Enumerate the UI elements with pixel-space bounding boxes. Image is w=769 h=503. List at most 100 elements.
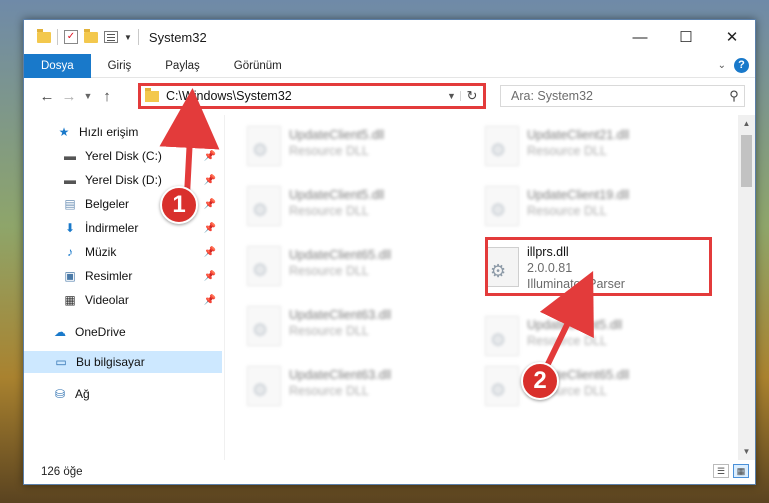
dll-file-icon: [485, 126, 519, 166]
dll-file-icon: [485, 366, 519, 406]
view-toggle: ☰ ▦: [713, 464, 749, 478]
scroll-down-icon[interactable]: ▼: [738, 443, 755, 460]
documents-icon: ▤: [64, 197, 76, 211]
scroll-up-icon[interactable]: ▲: [738, 115, 755, 132]
maximize-button[interactable]: ☐: [663, 20, 709, 54]
dll-file-icon: [247, 366, 281, 406]
pin-icon[interactable]: 📌: [204, 151, 216, 162]
sidebar-item-network[interactable]: ⛁ Ağ: [24, 383, 222, 405]
dll-file-icon: [247, 306, 281, 346]
sidebar-item-local-disk-c[interactable]: ▬ Yerel Disk (C:) 📌: [24, 145, 222, 167]
ribbon-right-controls: ⌄ ?: [718, 58, 749, 73]
sidebar-item-pictures[interactable]: ▣ Resimler 📌: [24, 265, 222, 287]
file-item[interactable]: UpdateClient63.dll Resource DLL: [229, 300, 459, 350]
dll-file-icon: [247, 246, 281, 286]
pictures-icon: ▣: [64, 269, 76, 283]
file-name: UpdateClient63.dll: [289, 308, 392, 322]
customize-toolbar-chevron-icon[interactable]: ▼: [124, 33, 132, 42]
file-name: UpdateClient5.dll: [289, 128, 385, 142]
address-dropdown-icon[interactable]: ▼: [443, 91, 461, 101]
file-item[interactable]: UpdateClient65.dllResource DLL: [229, 240, 459, 290]
tab-share[interactable]: Paylaş: [148, 54, 217, 78]
tiles-view-icon[interactable]: ▦: [733, 464, 749, 478]
search-icon[interactable]: ⚲: [724, 88, 744, 104]
file-description: Resource DLL: [289, 324, 369, 338]
search-input[interactable]: Ara: System32 ⚲: [500, 85, 745, 107]
pin-icon[interactable]: 📌: [204, 271, 216, 282]
dll-file-icon: [247, 126, 281, 166]
vertical-scrollbar[interactable]: ▲ ▼: [738, 115, 755, 460]
file-name: UpdateClient5.dll: [289, 188, 385, 202]
pin-icon[interactable]: 📌: [204, 199, 216, 210]
dll-file-icon: [485, 186, 519, 226]
window-controls: — ☐ ✕: [617, 20, 755, 54]
search-placeholder[interactable]: Ara: System32: [511, 89, 724, 103]
computer-icon: ▭: [55, 355, 67, 369]
sidebar-item-label: Belgeler: [85, 197, 130, 211]
file-description: Resource DLL: [289, 144, 369, 158]
callout-badge-1: 1: [160, 186, 198, 224]
back-arrow-icon[interactable]: ←: [36, 88, 58, 105]
minimize-button[interactable]: —: [617, 20, 663, 54]
file-item[interactable]: UpdateClient5.dll Resource DLL: [229, 180, 459, 230]
navigation-pane: ★ Hızlı erişim ▬ Yerel Disk (C:) 📌 ▬ Yer…: [24, 115, 224, 460]
download-icon: ⬇: [64, 221, 76, 235]
sidebar-item-this-pc[interactable]: ▭ Bu bilgisayar: [24, 351, 222, 373]
pin-icon[interactable]: 📌: [204, 247, 216, 258]
sidebar-item-music[interactable]: ♪ Müzik 📌: [24, 241, 222, 263]
file-item[interactable]: UpdateClient63.dll Resource DLL: [229, 360, 459, 410]
drive-icon: ▬: [64, 173, 76, 187]
tab-view[interactable]: Görünüm: [217, 54, 299, 78]
file-description: Resource DLL: [527, 144, 607, 158]
ribbon-tabs: Dosya Giriş Paylaş Görünüm ⌄ ?: [24, 53, 755, 78]
checkmark-icon[interactable]: ✓: [64, 30, 78, 44]
sidebar-item-label: İndirmeler: [85, 221, 139, 235]
refresh-icon[interactable]: ↻: [461, 88, 483, 104]
forward-arrow-icon[interactable]: →: [58, 88, 80, 105]
sidebar-item-label: Hızlı erişim: [79, 125, 139, 139]
star-icon: ★: [58, 125, 70, 139]
file-name: UpdateClient19.dll: [527, 188, 630, 202]
recent-locations-chevron-icon[interactable]: ▼: [80, 91, 96, 101]
tab-file[interactable]: Dosya: [24, 53, 91, 78]
address-path[interactable]: C:\Windows\System32: [166, 89, 443, 103]
tab-home[interactable]: Giriş: [91, 54, 149, 78]
details-view-icon[interactable]: ☰: [713, 464, 729, 478]
address-bar[interactable]: C:\Windows\System32 ▼ ↻: [138, 83, 486, 109]
callout-badge-2: 2: [521, 362, 559, 400]
folder-icon[interactable]: [37, 28, 51, 43]
sidebar-item-label: Ağ: [75, 387, 90, 401]
pane-divider[interactable]: [224, 115, 225, 460]
file-item[interactable]: UpdateClient5.dll Resource DLL: [467, 310, 697, 360]
file-name: UpdateClient5.dll: [527, 318, 623, 332]
file-description: Resource DLL: [289, 204, 369, 218]
close-button[interactable]: ✕: [709, 20, 755, 54]
highlight-box: [485, 237, 712, 296]
new-folder-icon[interactable]: [84, 28, 98, 43]
help-button[interactable]: ?: [734, 58, 749, 73]
pin-icon[interactable]: 📌: [204, 175, 216, 186]
file-item[interactable]: UpdateClient5.dll Resource DLL: [229, 120, 459, 170]
pin-icon[interactable]: 📌: [204, 295, 216, 306]
scrollbar-thumb[interactable]: [741, 135, 752, 187]
drive-icon: ▬: [64, 149, 76, 163]
videos-icon: ▦: [64, 293, 76, 307]
file-item[interactable]: UpdateClient65.dllResource DLL: [467, 360, 697, 410]
sidebar-item-local-disk-d[interactable]: ▬ Yerel Disk (D:) 📌: [24, 169, 222, 191]
folder-icon: [145, 87, 159, 102]
file-item[interactable]: UpdateClient19.dll Resource DLL: [467, 180, 697, 230]
chevron-down-icon[interactable]: ⌄: [718, 60, 726, 71]
properties-icon[interactable]: [104, 31, 118, 43]
up-arrow-icon[interactable]: ↑: [96, 88, 118, 105]
sidebar-item-videos[interactable]: ▦ Videolar 📌: [24, 289, 222, 311]
sidebar-item-label: Müzik: [85, 245, 117, 259]
title-bar: ✓ ▼ System32 — ☐ ✕: [24, 20, 755, 54]
pin-icon[interactable]: 📌: [204, 223, 216, 234]
window-title: System32: [148, 29, 207, 45]
sidebar-item-downloads[interactable]: ⬇ İndirmeler 📌: [24, 217, 222, 239]
dll-file-icon: [485, 316, 519, 356]
file-item[interactable]: UpdateClient21.dll Resource DLL: [467, 120, 697, 170]
sidebar-item-onedrive[interactable]: ☁ OneDrive: [24, 321, 222, 343]
sidebar-item-quick-access[interactable]: ★ Hızlı erişim: [24, 121, 222, 143]
address-row: ← → ▼ ↑ C:\Windows\System32 ▼ ↻ Ara: Sys…: [24, 79, 755, 113]
